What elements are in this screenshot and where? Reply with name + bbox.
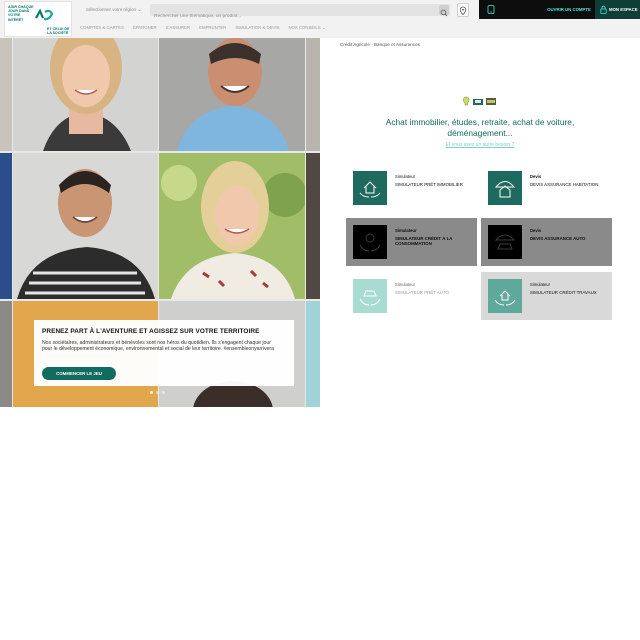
region-selector[interactable]: Sélectionner votre région ⌄ — [86, 4, 144, 16]
contact-button[interactable] — [479, 0, 543, 19]
other-need-link[interactable]: Et vous avez un autre besoin ? — [392, 142, 568, 148]
region-placeholder: Sélectionner votre région — [86, 7, 137, 12]
card-name: Simulateur crédit à la consommation — [395, 236, 453, 247]
promo-card: Prenez part à l'aventure et agissez sur … — [34, 320, 294, 386]
top-bar: Agir chaque jour dans votre intérêt et c… — [0, 0, 640, 38]
hero-carousel[interactable]: Prenez part à l'aventure et agissez sur … — [0, 38, 320, 407]
search-button[interactable] — [439, 5, 449, 17]
my-space-label: Mon espace — [609, 7, 638, 12]
my-space-button[interactable]: Mon espace — [595, 0, 640, 19]
hands-car-icon — [353, 279, 387, 313]
portrait-tile — [0, 301, 12, 407]
card-name: Simulateur prêt auto — [395, 290, 449, 295]
portrait-image — [159, 153, 305, 299]
lock-icon — [600, 5, 607, 14]
card-car-insurance-quote[interactable]: Devis Devis assurance auto — [481, 218, 612, 266]
chevron-down-icon: ⌄ — [136, 7, 142, 13]
umbrella-car-icon — [488, 225, 522, 259]
portrait-tile — [0, 153, 12, 299]
portrait-image — [13, 153, 158, 299]
page-headline: Achat immobilier, études, retraite, acha… — [385, 117, 575, 138]
nav-item-our-advice[interactable]: Nos conseils ⌄ — [288, 23, 325, 33]
card-kind: Devis — [530, 228, 542, 233]
nav-item-simulation-quote[interactable]: Simulation & devis — [235, 23, 279, 33]
location-pin-icon — [459, 6, 467, 16]
card-consumer-credit-simulator[interactable]: Simulateur Simulateur crédit à la consom… — [346, 218, 477, 266]
house-hands-icon — [353, 171, 387, 205]
nav-item-save[interactable]: Épargner — [133, 23, 157, 33]
portrait-tile — [306, 301, 320, 407]
carousel-dots — [150, 391, 165, 394]
card-home-insurance-quote[interactable]: Devis Devis assurance habitation — [481, 164, 612, 212]
nav-item-accounts-cards[interactable]: Comptes & cartes — [80, 23, 124, 33]
card-kind: Simulateur — [530, 282, 551, 287]
card-kind: Simulateur — [395, 228, 417, 233]
hands-coins-icon — [353, 225, 387, 259]
logo-mark-icon — [35, 8, 54, 21]
page: Agir chaque jour dans votre intérêt et c… — [0, 0, 640, 640]
open-account-label: Ouvrir un compte — [547, 7, 591, 12]
main-nav: Comptes & cartes Épargner S'assurer Empr… — [80, 23, 326, 33]
search-icon — [440, 9, 448, 17]
umbrella-house-icon — [488, 171, 522, 205]
open-account-button[interactable]: Ouvrir un compte — [543, 0, 595, 19]
logo-slogan-right: et celui de la société — [47, 27, 70, 36]
nav-item-our-advice-label: Nos conseils — [288, 25, 321, 30]
card-kind: Simulateur — [395, 174, 416, 179]
carousel-dot[interactable] — [162, 391, 165, 394]
card-car-loan-simulator[interactable]: Simulateur Simulateur prêt auto — [346, 272, 477, 320]
needs-illustration-icon — [463, 96, 496, 106]
brand-logo[interactable]: Agir chaque jour dans votre intérêt et c… — [4, 1, 72, 37]
portrait-image — [159, 38, 305, 151]
card-name: Simulateur crédit travaux — [530, 290, 597, 295]
portrait-tile — [0, 38, 12, 151]
nav-item-borrow[interactable]: Emprunter — [199, 23, 226, 33]
portrait-tile — [13, 38, 158, 151]
agency-locator-button[interactable] — [457, 3, 469, 17]
card-name: Devis assurance habitation — [530, 182, 599, 187]
search-bar — [150, 4, 450, 23]
portrait-tile — [159, 38, 305, 151]
portrait-tile — [159, 153, 305, 299]
promo-title: Prenez part à l'aventure et agissez sur … — [42, 328, 260, 335]
start-game-button[interactable]: Commencer le jeu — [42, 367, 116, 380]
portrait-tile — [13, 153, 158, 299]
portrait-image — [13, 38, 158, 151]
card-kind: Simulateur — [395, 282, 416, 287]
carousel-dot[interactable] — [150, 391, 153, 394]
logo-slogan-left: Agir chaque jour dans votre intérêt — [8, 5, 34, 22]
card-name: Devis assurance auto — [530, 236, 586, 241]
phone-icon — [487, 5, 495, 14]
portrait-tile — [306, 153, 320, 299]
carousel-dot[interactable] — [156, 391, 159, 394]
search-input[interactable] — [150, 10, 430, 23]
card-home-loan-simulator[interactable]: Simulateur Simulateur prêt immobilier — [346, 164, 477, 212]
hands-house-icon — [488, 279, 522, 313]
card-name: Simulateur prêt immobilier — [395, 182, 463, 187]
chevron-down-icon: ⌄ — [321, 25, 326, 30]
card-renovation-credit-simulator[interactable]: Simulateur Simulateur crédit travaux — [481, 272, 612, 320]
breadcrumb[interactable]: Crédit Agricole - Banque et Assurances — [340, 42, 420, 47]
nav-item-insure[interactable]: S'assurer — [166, 23, 190, 33]
card-kind: Devis — [530, 174, 542, 179]
promo-text: Nos sociétaires, administrateurs et béné… — [42, 340, 274, 353]
portrait-tile — [306, 38, 320, 151]
